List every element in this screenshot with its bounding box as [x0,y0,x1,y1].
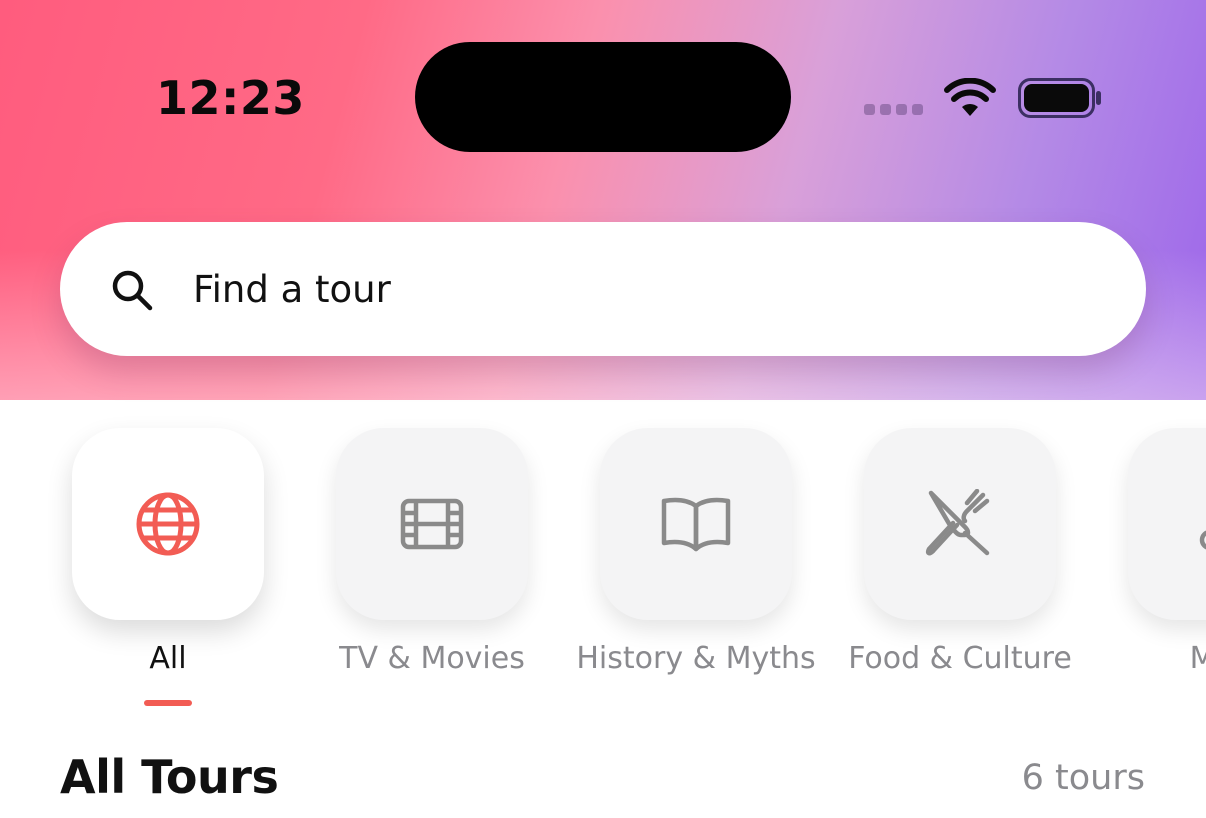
book-icon [661,497,731,552]
film-icon [400,498,464,550]
cellular-signal-icon [864,104,923,115]
utensils-icon [925,489,990,556]
category-food-culture[interactable]: Food & Culture [848,428,1072,680]
category-tile[interactable] [864,428,1056,620]
screen: 12:23 Find a tour All TV & Movies Histor… [0,0,1206,818]
category-history-myths[interactable]: History & Myths [576,428,816,680]
category-label: History & Myths [576,641,816,676]
search-placeholder[interactable]: Find a tour [193,266,391,314]
category-label: All [149,641,187,676]
category-tile[interactable] [72,428,264,620]
category-tv-movies[interactable]: TV & Movies [336,428,528,680]
wifi-icon [944,78,996,116]
category-label: TV & Movies [339,641,525,676]
category-tile[interactable] [1128,428,1206,620]
category-label: Food & Culture [848,641,1072,676]
dynamic-island [415,42,791,152]
music-icon [1199,530,1206,550]
category-tile[interactable] [600,428,792,620]
category-music[interactable]: Musi [1128,428,1206,680]
active-category-indicator [144,700,192,706]
category-all[interactable]: All [72,428,264,680]
search-icon [112,270,153,311]
globe-icon [136,492,200,556]
category-tile[interactable] [336,428,528,620]
tour-count: 6 tours [1021,758,1145,798]
status-time: 12:23 [156,71,305,125]
battery-icon [1018,78,1101,118]
section-title: All Tours [60,750,279,804]
category-label: Musi [1189,641,1206,676]
